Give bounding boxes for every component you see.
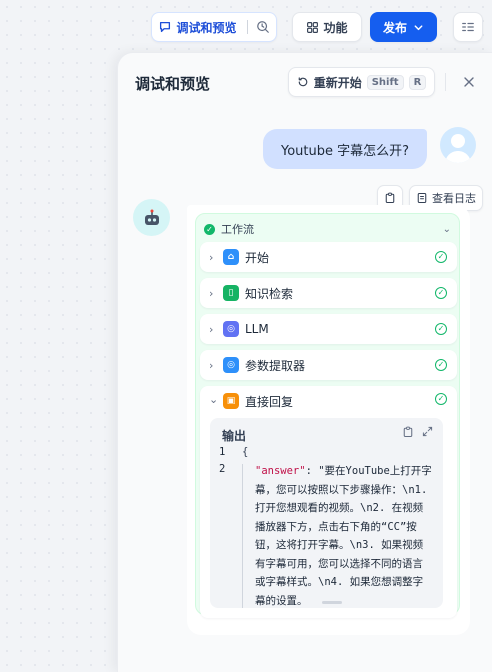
open-brace: { <box>242 446 249 458</box>
publish-label: 发布 <box>382 20 407 35</box>
node-label: LLM <box>245 322 269 336</box>
indent-guide <box>242 464 243 608</box>
divider <box>445 73 446 91</box>
feature-button[interactable]: 功能 <box>292 12 362 42</box>
line-number: 2 <box>219 463 226 475</box>
workflow-node-knowledge-retrieval[interactable]: › ▯ 知识检索 ✓ <box>200 278 457 308</box>
output-panel: 输出 1 2 { "answer": "要在YouTube上打开字幕，您可以按照… <box>210 418 443 608</box>
clipboard-icon[interactable] <box>402 426 414 438</box>
workflow-process: ✓ 工作流 ⌄ › ⌂ 开始 ✓ › ▯ 知识检索 ✓ › ◎ LLM ✓ › … <box>195 213 460 618</box>
chevron-right-icon: › <box>209 358 214 372</box>
expand-icon[interactable] <box>422 426 433 437</box>
workflow-node-parameter-extractor[interactable]: › ◎ 参数提取器 ✓ <box>200 350 457 380</box>
debug-preview-label: 调试和预览 <box>176 20 237 35</box>
workflow-node-llm[interactable]: › ◎ LLM ✓ <box>200 314 457 344</box>
answer-json: "answer": "要在YouTube上打开字幕，您可以按照以下步骤操作：\n… <box>255 462 433 608</box>
extract-icon: ◎ <box>223 357 239 373</box>
refresh-icon <box>298 77 307 87</box>
chat-bubble-icon <box>160 21 171 33</box>
workflow-node-direct-reply[interactable]: ⌄ ▣ 直接回复 ✓ 输出 1 2 { "answer": "要在YouTube… <box>200 386 457 618</box>
debug-preview-panel: 调试和预览 重新开始 Shift R Youtube 字幕怎么开? 查看日志 ✓… <box>117 52 492 672</box>
clock-search-icon[interactable] <box>256 20 270 34</box>
shortcut-key-r: R <box>408 74 427 90</box>
scrollbar-handle[interactable] <box>322 601 342 604</box>
user-message-text: Youtube 字幕怎么开? <box>280 143 410 159</box>
node-label: 参数提取器 <box>245 358 306 373</box>
book-icon: ▯ <box>223 285 239 301</box>
check-circle-icon: ✓ <box>435 323 447 335</box>
reply-icon: ▣ <box>223 393 239 409</box>
workflow-label: 工作流 <box>221 223 254 236</box>
node-label: 直接回复 <box>245 395 294 409</box>
grid-icon <box>307 21 319 33</box>
home-icon: ⌂ <box>223 249 239 265</box>
user-message-bubble: Youtube 字幕怎么开? <box>263 129 427 169</box>
restart-button[interactable]: 重新开始 Shift R <box>288 67 435 97</box>
top-toolbar: 调试和预览 功能 发布 <box>0 12 492 42</box>
view-log-label: 查看日志 <box>432 192 476 205</box>
bot-avatar <box>133 199 170 236</box>
feature-label: 功能 <box>323 20 348 35</box>
divider <box>246 20 248 34</box>
user-avatar <box>440 127 476 163</box>
debug-preview-button[interactable]: 调试和预览 <box>151 12 277 42</box>
json-value: "要在YouTube上打开字幕，您可以按照以下步骤操作：\n1. 打开您想观看的… <box>255 465 432 607</box>
chevron-down-icon: ⌄ <box>209 393 219 406</box>
output-tools <box>402 426 433 438</box>
workflow-node-start[interactable]: › ⌂ 开始 ✓ <box>200 242 457 272</box>
output-title: 输出 <box>222 429 247 443</box>
checklist-icon <box>462 22 474 32</box>
chevron-right-icon: › <box>209 250 214 264</box>
chevron-right-icon: › <box>209 322 214 336</box>
document-icon <box>417 192 427 204</box>
node-label: 开始 <box>245 250 270 265</box>
brain-icon: ◎ <box>223 321 239 337</box>
panel-title: 调试和预览 <box>135 75 211 93</box>
chevron-down-icon <box>414 24 423 30</box>
user-avatar-icon <box>445 134 471 163</box>
line-number: 1 <box>219 446 226 458</box>
json-key: "answer" <box>255 465 306 477</box>
checklist-button[interactable] <box>453 12 483 42</box>
check-circle-icon: ✓ <box>435 287 447 299</box>
check-circle-icon: ✓ <box>435 359 447 371</box>
chevron-right-icon: › <box>209 286 214 300</box>
shortcut-key-shift: Shift <box>366 74 404 90</box>
robot-icon <box>144 209 159 225</box>
clipboard-icon <box>385 192 395 204</box>
close-icon <box>464 77 474 87</box>
close-panel-button[interactable] <box>458 71 480 93</box>
workflow-header[interactable]: ✓ 工作流 ⌄ <box>204 220 451 238</box>
check-circle-icon: ✓ <box>435 251 447 263</box>
node-label: 知识检索 <box>245 286 294 301</box>
publish-button[interactable]: 发布 <box>370 12 437 42</box>
success-icon: ✓ <box>204 223 215 235</box>
check-circle-icon: ✓ <box>435 393 447 405</box>
restart-label: 重新开始 <box>313 75 362 90</box>
json-colon: : <box>305 465 319 477</box>
chevron-down-icon: ⌄ <box>442 223 451 235</box>
